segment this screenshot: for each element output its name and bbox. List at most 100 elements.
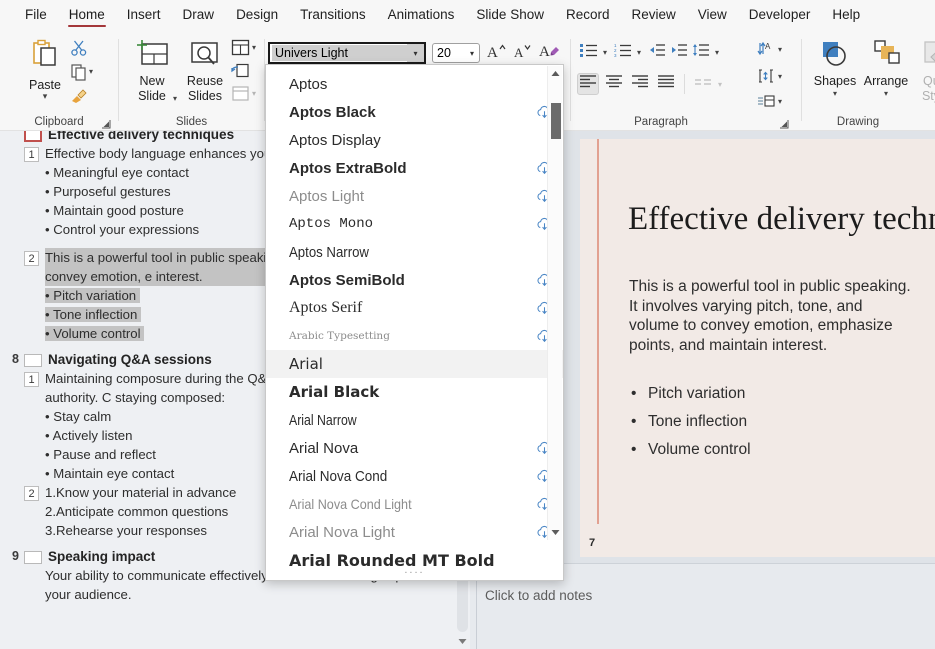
font-option-aptos-black[interactable]: Aptos Black	[266, 98, 563, 126]
shapes-chevron-down-icon[interactable]: ▾	[808, 89, 862, 98]
font-name-value[interactable]: Univers Light	[272, 45, 407, 61]
tab-view[interactable]: View	[687, 2, 738, 29]
font-option-arial-nova[interactable]: Arial Nova	[266, 434, 563, 462]
section-button[interactable]	[231, 85, 250, 107]
bullets-chevron-down-icon[interactable]: ▾	[599, 48, 611, 57]
font-dropdown-list[interactable]: Aptos Aptos Black Aptos Display Aptos Ex…	[265, 64, 564, 581]
font-size-value[interactable]: 20	[433, 46, 465, 60]
increase-indent-button[interactable]	[667, 41, 689, 63]
font-name-chevron-down-icon[interactable]: ▾	[407, 44, 424, 62]
copy-button[interactable]	[70, 63, 88, 86]
align-right-button[interactable]	[629, 73, 651, 95]
font-option-aptos-extrabold[interactable]: Aptos ExtraBold	[266, 154, 563, 182]
slide-bullet-list[interactable]: Pitch variation Tone inflection Volume c…	[628, 380, 918, 464]
font-option-arial-nova-cond-light[interactable]: Arial Nova Cond Light	[266, 490, 563, 518]
align-text-button[interactable]	[757, 68, 775, 89]
font-option-aptos-mono[interactable]: Aptos Mono	[266, 210, 563, 238]
clipboard-dialog-launcher-icon[interactable]	[101, 117, 113, 129]
font-option-arial-rounded-mt-bold[interactable]: Arial Rounded MT Bold	[266, 546, 563, 567]
shapes-label: Shapes	[813, 74, 857, 88]
slide-layout-button[interactable]	[231, 39, 250, 61]
tab-review[interactable]: Review	[621, 2, 687, 29]
tab-draw[interactable]: Draw	[172, 2, 226, 29]
tab-record[interactable]: Record	[555, 2, 621, 29]
bullets-button[interactable]	[577, 41, 599, 63]
tab-transitions[interactable]: Transitions	[289, 2, 377, 29]
cut-button[interactable]	[70, 39, 88, 62]
notes-placeholder[interactable]: Click to add notes	[485, 588, 592, 603]
slide-canvas[interactable]: Effective delivery techniques This is a …	[580, 139, 935, 557]
line-spacing-button[interactable]	[689, 41, 711, 63]
font-option-aptos-display[interactable]: Aptos Display	[266, 126, 563, 154]
layout-chevron-down-icon[interactable]: ▾	[252, 43, 256, 52]
section-chevron-down-icon[interactable]: ▾	[252, 89, 256, 98]
font-option-aptos-semibold[interactable]: Aptos SemiBold	[266, 266, 563, 294]
tab-help[interactable]: Help	[821, 2, 871, 29]
align-left-button[interactable]	[577, 73, 599, 95]
font-option-aptos-serif[interactable]: Aptos Serif	[266, 294, 563, 322]
outline-slide-number	[0, 131, 24, 144]
font-size-chevron-down-icon[interactable]: ▾	[465, 49, 479, 58]
tab-slide-show[interactable]: Slide Show	[465, 2, 555, 29]
arrange-chevron-down-icon[interactable]: ▾	[859, 89, 913, 98]
font-size-combobox[interactable]: 20 ▾	[432, 43, 480, 63]
font-dropdown-items[interactable]: Aptos Aptos Black Aptos Display Aptos Ex…	[266, 65, 563, 566]
convert-to-smartart-button[interactable]	[757, 93, 775, 114]
tab-developer[interactable]: Developer	[738, 2, 822, 29]
paste-chevron-down-icon[interactable]: ▾	[22, 92, 68, 101]
font-option-arial-nova-light[interactable]: Arial Nova Light	[266, 518, 563, 546]
font-dropdown-resize-grip-icon[interactable]: ....	[266, 565, 563, 580]
numbering-button[interactable]: 1 2 3	[611, 41, 633, 63]
font-option-arial-nova-cond[interactable]: Arial Nova Cond	[266, 462, 563, 490]
font-option-aptos[interactable]: Aptos	[266, 70, 563, 98]
decrease-indent-button[interactable]	[645, 41, 667, 63]
tab-file[interactable]: File	[14, 2, 58, 29]
clear-formatting-button[interactable]: A	[538, 42, 562, 64]
paste-label: Paste	[29, 78, 61, 92]
scroll-down-arrow-icon[interactable]	[548, 525, 563, 540]
scroll-up-arrow-icon[interactable]	[548, 66, 563, 81]
shapes-button[interactable]: Shapes ▾	[808, 39, 862, 98]
paragraph-dialog-launcher-icon[interactable]	[779, 117, 791, 129]
align-text-chevron-down-icon[interactable]: ▾	[778, 72, 782, 81]
format-painter-button[interactable]	[70, 87, 88, 110]
text-direction-button[interactable]: A	[757, 41, 775, 62]
font-option-aptos-light[interactable]: Aptos Light	[266, 182, 563, 210]
font-option-arabic-typesetting[interactable]: Arabic Typesetting	[266, 322, 563, 350]
font-option-arial[interactable]: Arial	[266, 350, 563, 378]
align-center-button[interactable]	[603, 73, 625, 95]
columns-button[interactable]	[692, 73, 714, 95]
decrease-font-size-button[interactable]: A	[510, 42, 534, 64]
font-option-aptos-narrow[interactable]: Aptos Narrow	[266, 238, 563, 266]
outline-scroll-down-arrow-icon[interactable]	[455, 634, 470, 649]
tab-insert[interactable]: Insert	[116, 2, 172, 29]
font-dropdown-scroll-thumb[interactable]	[551, 103, 561, 139]
slide-thumb-icon[interactable]	[24, 551, 42, 564]
font-option-arial-black[interactable]: Arial Black	[266, 378, 563, 406]
tab-home[interactable]: Home	[58, 2, 116, 29]
slide-title[interactable]: Effective delivery techniques	[628, 201, 935, 238]
new-slide-button[interactable]: New Slide ▾	[125, 39, 179, 104]
reuse-slides-button[interactable]: Reuse Slides	[179, 39, 231, 104]
quick-styles-button[interactable]: Quick Styles	[912, 39, 935, 104]
reset-slide-button[interactable]	[231, 62, 250, 84]
paste-button[interactable]: Paste ▾	[22, 39, 68, 101]
arrange-button[interactable]: Arrange ▾	[859, 39, 913, 98]
font-name-combobox[interactable]: Univers Light ▾	[268, 42, 426, 64]
smartart-chevron-down-icon[interactable]: ▾	[778, 97, 782, 106]
font-dropdown-scrollbar[interactable]	[547, 66, 562, 540]
tab-animations[interactable]: Animations	[377, 2, 466, 29]
font-option-arial-narrow[interactable]: Arial Narrow	[266, 406, 563, 434]
slide-thumb-icon[interactable]	[24, 354, 42, 367]
tab-design[interactable]: Design	[225, 2, 289, 29]
line-spacing-chevron-down-icon[interactable]: ▾	[711, 48, 723, 57]
slide-thumb-current-icon[interactable]	[24, 131, 42, 142]
justify-button[interactable]	[655, 73, 677, 95]
columns-chevron-down-icon[interactable]: ▾	[714, 80, 726, 89]
numbering-chevron-down-icon[interactable]: ▾	[633, 48, 645, 57]
copy-chevron-down-icon[interactable]: ▾	[89, 67, 93, 76]
increase-font-size-button[interactable]: A	[484, 42, 508, 64]
new-slide-chevron-down-icon[interactable]: ▾	[173, 94, 177, 103]
slide-body-text[interactable]: This is a powerful tool in public speaki…	[629, 277, 914, 355]
text-direction-chevron-down-icon[interactable]: ▾	[778, 45, 782, 54]
